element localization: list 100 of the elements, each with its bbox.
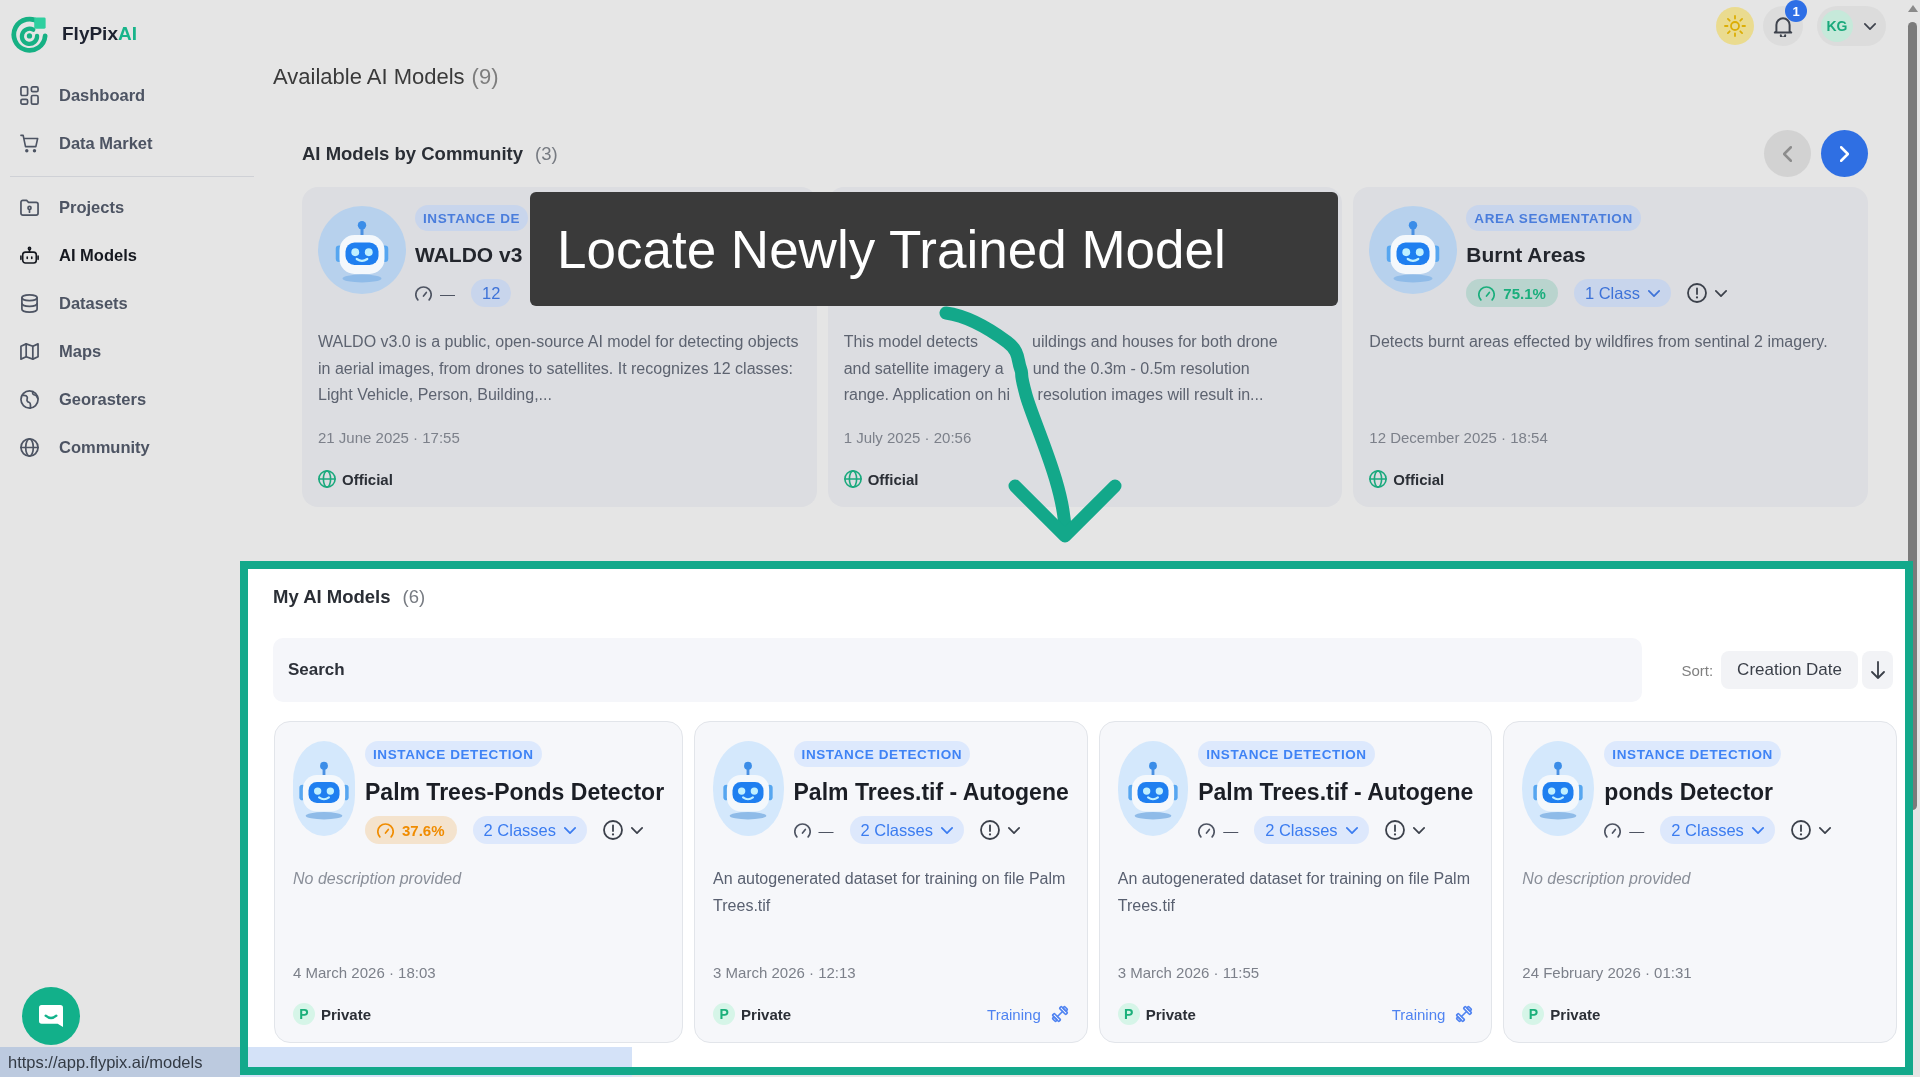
model-name: Palm Trees.tif - Autogene <box>1198 778 1474 807</box>
model-date: 3 March 2026 · 11:55 <box>1117 963 1261 983</box>
sort-label: Sort: <box>1681 661 1714 679</box>
caret-icon <box>1008 826 1020 834</box>
model-type-badge: INSTANCE DETECTION <box>793 741 971 767</box>
model-type-badge: INSTANCE DETECTION <box>1604 741 1781 767</box>
logo-icon <box>10 15 48 53</box>
caret-icon <box>1412 826 1425 834</box>
visibility-label: Official <box>342 470 393 488</box>
sidebar-item[interactable]: Georasters <box>10 375 157 423</box>
sidebar-item[interactable]: Dashboard <box>10 71 156 119</box>
caret-icon <box>1864 22 1876 30</box>
private-badge: P <box>713 1003 736 1025</box>
model-date: 3 March 2026 · 12:13 <box>713 963 857 983</box>
model-type-badge: INSTANCE DE <box>415 205 529 231</box>
model-card[interactable]: AREA SEGMENTATION Burnt Areas 75.1% 1 Class Detects burnt areas effected by wildfires from sentinal 2 imagery. 12 December 2025 · 18:54 Official <box>1353 187 1868 507</box>
scrollbar-thumb[interactable] <box>1908 22 1917 810</box>
accuracy-value: — <box>818 821 834 839</box>
cart-icon <box>20 133 39 153</box>
model-description: No description provided <box>1522 869 1692 889</box>
model-description: No description provided <box>293 869 463 889</box>
gauge-icon <box>1604 822 1622 838</box>
caret-icon <box>1714 289 1727 297</box>
map-icon <box>20 341 39 361</box>
section-title: AI Models by Community <box>302 142 523 165</box>
caret-icon <box>631 826 643 834</box>
model-name: Palm Trees-Ponds Detector <box>365 778 665 807</box>
model-card[interactable]: INSTANCE DETECTION Palm Trees-Ponds Detector 37.6% 2 Classes No description provided 4 March 2026 · 18:03 P Private <box>274 721 684 1043</box>
sidebar-item[interactable]: Datasets <box>10 279 138 327</box>
model-name: WALDO v3 <box>415 242 523 268</box>
caret-icon <box>941 826 953 834</box>
sidebar-item[interactable]: Community <box>10 423 160 471</box>
accuracy-value: 75.1% <box>1503 284 1546 302</box>
visibility-label: Private <box>321 1005 372 1023</box>
search-field[interactable]: Search <box>273 638 1643 702</box>
visibility-label: Private <box>1145 1005 1196 1023</box>
model-date: 4 March 2026 · 18:03 <box>293 963 437 983</box>
caret-icon <box>1647 289 1660 297</box>
info-menu-button[interactable] <box>1384 820 1425 840</box>
alert-icon <box>1686 283 1707 303</box>
model-type-badge: INSTANCE DETECTION <box>365 741 542 767</box>
info-menu-button[interactable] <box>603 820 643 840</box>
gauge-icon <box>793 822 811 838</box>
classes-dropdown[interactable]: 2 Classes <box>472 816 587 844</box>
accuracy-value: 37.6% <box>402 821 445 839</box>
accuracy-value: — <box>1629 821 1645 839</box>
sidebar-item[interactable]: Maps <box>10 327 112 375</box>
private-badge: P <box>293 1003 315 1025</box>
info-menu-button[interactable] <box>980 820 1020 840</box>
info-menu-button[interactable] <box>1790 820 1831 840</box>
caret-icon <box>1751 826 1764 834</box>
theme-toggle-button[interactable] <box>1716 7 1754 45</box>
notification-count: 1 <box>1785 0 1807 22</box>
classes-dropdown[interactable]: 12 <box>471 279 512 307</box>
model-description: WALDO v3.0 is a public, open-source AI model for detecting objects in aerial images, from drones to satellites. It recognizes 12 classes: Light Vehicle, Person, Building,... <box>318 332 800 405</box>
training-link[interactable]: Training <box>1391 1005 1474 1023</box>
grid-icon <box>20 85 39 105</box>
model-card[interactable]: INSTANCE DETECTION Palm Trees.tif - Autogene — 2 Classes An autogenerated dataset for training on file Palm Trees.tif 3 March 2026 · 12:13 P Private Training <box>694 721 1088 1043</box>
classes-dropdown[interactable]: 2 Classes <box>849 816 964 844</box>
gauge-icon <box>415 285 432 301</box>
sort-dropdown[interactable]: Creation Date <box>1721 651 1858 689</box>
info-menu-button[interactable] <box>1686 283 1727 303</box>
page-title: Available AI Models <box>273 63 465 91</box>
model-name: Palm Trees.tif - Autogene <box>793 778 1069 807</box>
sidebar-item[interactable]: Projects <box>10 183 135 231</box>
alert-icon <box>1790 820 1811 840</box>
model-card[interactable]: INSTANCE DETECTION Palm Trees.tif - Autogene — 2 Classes An autogenerated dataset for training on file Palm Trees.tif 3 March 2026 · 11:55 P Private Training <box>1098 721 1493 1043</box>
model-card[interactable]: INSTANCE DETECTION ponds Detector — 2 Classes No description provided 24 February 2026 · 01:31 P Private <box>1503 721 1897 1043</box>
gauge-icon <box>1198 822 1216 838</box>
sort-direction-button[interactable] <box>1862 651 1893 689</box>
globe-icon <box>1369 470 1388 488</box>
scroll-up-arrow-icon <box>1907 5 1918 12</box>
caret-icon <box>1818 826 1831 834</box>
next-button[interactable] <box>1821 130 1868 177</box>
accuracy-value: — <box>1223 821 1239 839</box>
classes-dropdown[interactable]: 1 Class <box>1573 279 1671 307</box>
sidebar-item[interactable]: AI Models <box>10 231 147 279</box>
private-badge: P <box>1117 1003 1140 1025</box>
globe-icon <box>318 470 336 488</box>
visibility-label: Private <box>741 1005 792 1023</box>
globe-icon <box>20 437 39 457</box>
caret-icon <box>564 826 576 834</box>
model-date: 24 February 2026 · 01:31 <box>1522 963 1693 983</box>
robot-icon <box>20 245 39 265</box>
earth-icon <box>20 389 39 409</box>
model-date: 12 December 2025 · 18:54 <box>1369 428 1549 448</box>
chat-button[interactable] <box>22 987 80 1045</box>
model-description: An autogenerated dataset for training on file Palm Trees.tif <box>713 869 1067 916</box>
database-icon <box>20 293 39 313</box>
sidebar-item[interactable]: Data Market <box>10 119 163 167</box>
model-count: (3) <box>535 142 558 165</box>
user-avatar: KG <box>1821 10 1853 42</box>
model-count: (6) <box>402 586 426 608</box>
model-name: ponds Detector <box>1604 778 1774 807</box>
model-name: Burnt Areas <box>1466 242 1586 268</box>
training-link[interactable]: Training <box>987 1005 1069 1023</box>
model-description: Detects burnt areas effected by wildfires from sentinal 2 imagery. <box>1369 332 1829 352</box>
classes-dropdown[interactable]: 2 Classes <box>1660 816 1775 844</box>
model-description: This model detects uildings and houses for both drone and satellite imagery a und the 0.3m - 0.5m resolution range. Application on hi resolution images will result in... <box>843 332 1279 405</box>
classes-dropdown[interactable]: 2 Classes <box>1254 816 1369 844</box>
